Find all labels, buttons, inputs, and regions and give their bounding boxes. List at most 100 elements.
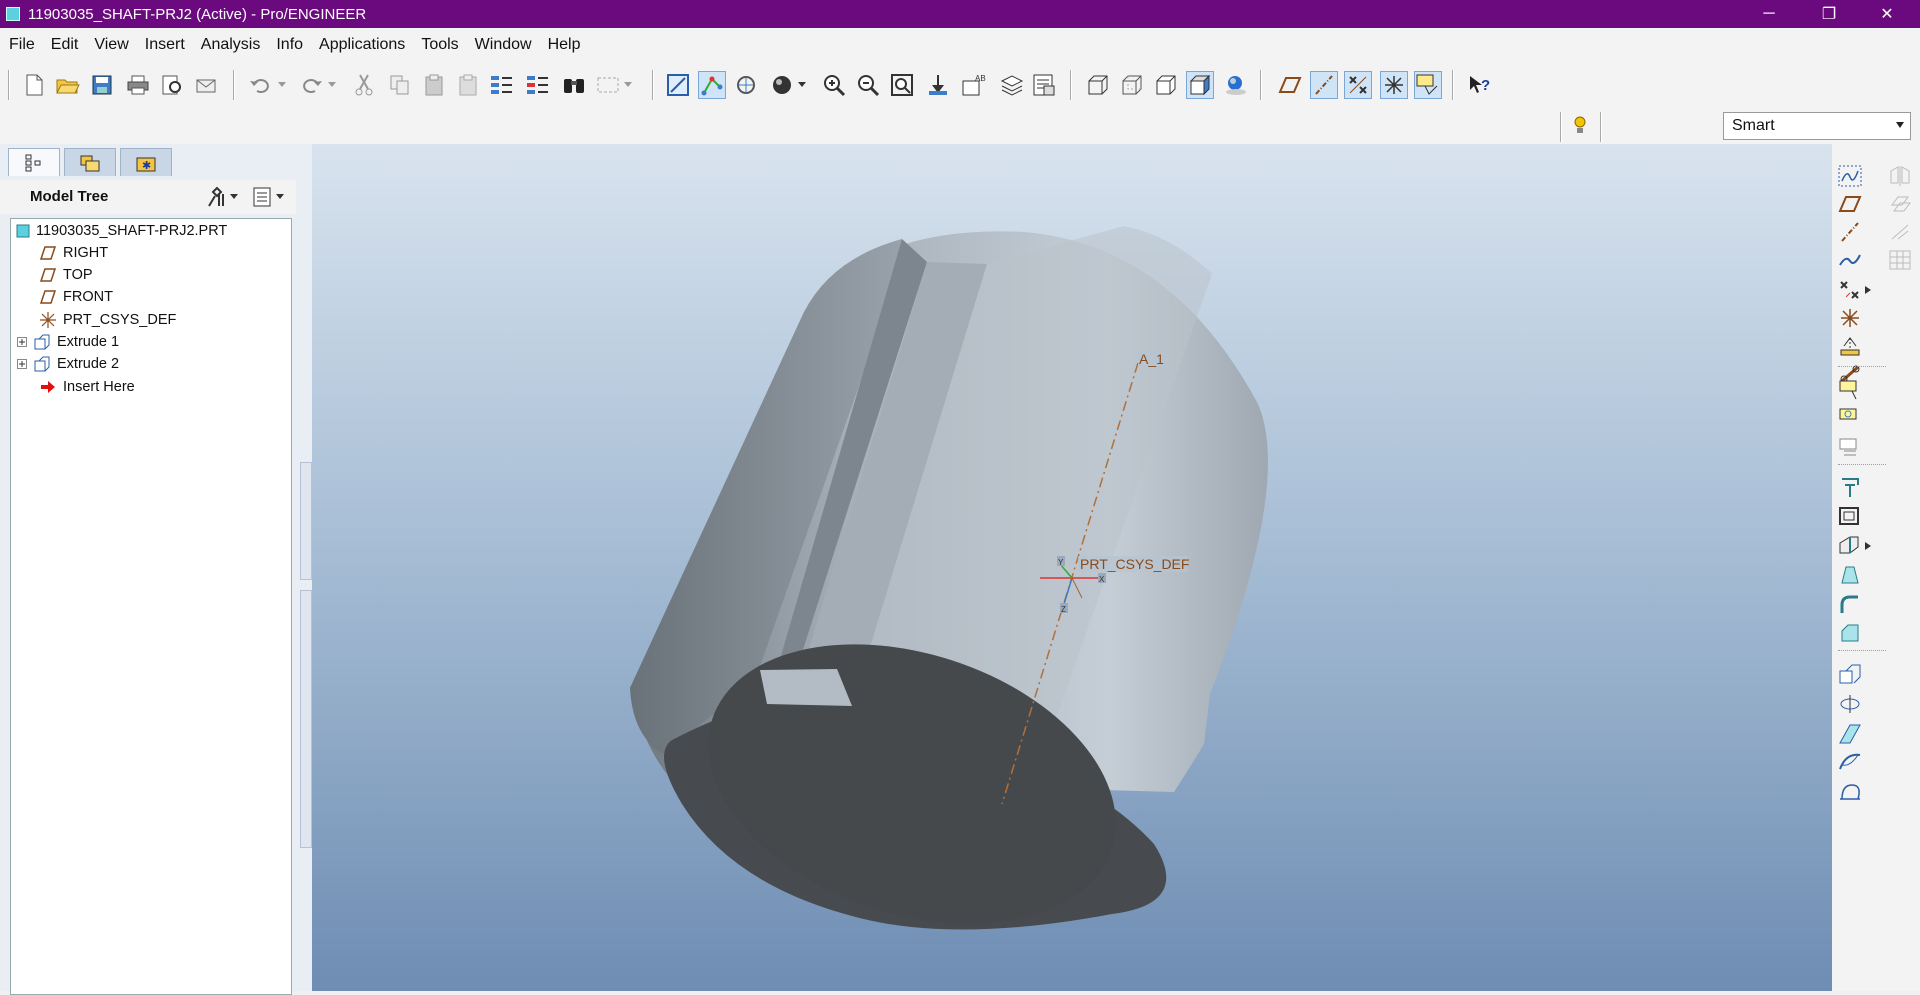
appearance-icon[interactable]	[768, 71, 796, 99]
sketch-tool-icon[interactable]	[1836, 162, 1864, 190]
save-icon[interactable]	[88, 71, 116, 99]
hole-tool-icon[interactable]	[1836, 474, 1864, 502]
bulb-icon[interactable]	[1566, 112, 1594, 140]
no-hidden-icon[interactable]	[1152, 71, 1180, 99]
menu-analysis[interactable]: Analysis	[193, 36, 269, 54]
tree-node-front[interactable]: FRONT	[39, 286, 113, 308]
find-icon[interactable]	[560, 71, 588, 99]
expand-icon[interactable]	[17, 337, 27, 347]
menu-info[interactable]: Info	[268, 36, 311, 54]
regenerate-icon[interactable]	[488, 71, 516, 99]
copy-feature-icon[interactable]	[1836, 660, 1864, 688]
point-tool-dropdown-icon[interactable]	[1862, 276, 1874, 304]
tab-favorites[interactable]: ✱	[120, 148, 172, 176]
paste-icon[interactable]	[420, 71, 448, 99]
boundary-tool-icon[interactable]	[1836, 748, 1864, 776]
menu-window[interactable]: Window	[467, 36, 540, 54]
panel-splitter-upper[interactable]	[300, 462, 312, 580]
undo-dropdown-icon[interactable]	[276, 71, 288, 99]
mirror-tool-icon[interactable]	[1886, 162, 1914, 190]
curve-tool-icon[interactable]	[1836, 246, 1864, 274]
tree-settings-dropdown-icon[interactable]	[228, 183, 240, 211]
tree-node-extrude-1[interactable]: Extrude 1	[17, 331, 119, 353]
spin-center-icon[interactable]	[698, 71, 726, 99]
datum-planes-icon[interactable]	[1276, 71, 1304, 99]
layers-icon[interactable]	[998, 71, 1026, 99]
whats-this-icon[interactable]: ?	[1466, 71, 1494, 99]
orient-icon[interactable]	[732, 71, 760, 99]
repaint-icon[interactable]	[664, 71, 692, 99]
zoom-in-icon[interactable]	[820, 71, 848, 99]
draft-tool-icon[interactable]	[1836, 560, 1864, 588]
tree-node-right[interactable]: RIGHT	[39, 242, 108, 264]
menu-edit[interactable]: Edit	[43, 36, 87, 54]
round-tool-icon[interactable]	[1836, 590, 1864, 618]
select-dropdown-icon[interactable]	[622, 71, 634, 99]
saved-views-icon[interactable]: AB	[960, 71, 988, 99]
show-menu-dropdown-icon[interactable]	[274, 183, 286, 211]
expand-icon[interactable]	[17, 359, 27, 369]
shading-icon[interactable]	[1186, 71, 1214, 99]
revolve-surface-icon[interactable]	[1836, 690, 1864, 718]
plane-tool-icon[interactable]	[1836, 190, 1864, 218]
sweep-tool-icon[interactable]	[1836, 434, 1864, 462]
tree-node-top[interactable]: TOP	[39, 264, 93, 286]
graphics-viewport[interactable]: A_1 Y X Z PRT_CSYS_DEF	[312, 144, 1832, 991]
tree-settings-icon[interactable]	[202, 183, 230, 211]
paste-special-icon[interactable]	[454, 71, 482, 99]
menu-tools[interactable]: Tools	[413, 36, 466, 54]
reorient-icon[interactable]	[924, 71, 952, 99]
rib-tool-icon[interactable]	[1836, 532, 1864, 560]
panel-splitter-lower[interactable]	[300, 590, 312, 848]
datum-points-icon[interactable]	[1344, 71, 1372, 99]
datum-axes-icon[interactable]	[1310, 71, 1338, 99]
rib-tool-dropdown-icon[interactable]	[1862, 532, 1874, 560]
trim-tool-icon[interactable]	[1886, 218, 1914, 246]
pattern-tool-icon[interactable]	[1886, 246, 1914, 274]
print-icon[interactable]	[124, 71, 152, 99]
cut-icon[interactable]	[350, 71, 378, 99]
point-tool-icon[interactable]	[1836, 276, 1864, 304]
menu-applications[interactable]: Applications	[311, 36, 413, 54]
new-file-icon[interactable]	[20, 71, 48, 99]
tree-node-extrude-2[interactable]: Extrude 2	[17, 353, 119, 375]
redo-icon[interactable]	[298, 71, 326, 99]
chamfer-tool-icon[interactable]	[1836, 618, 1864, 646]
menu-view[interactable]: View	[86, 36, 136, 54]
axis-tool-icon[interactable]	[1836, 218, 1864, 246]
wireframe-icon[interactable]	[1084, 71, 1112, 99]
tree-node-part[interactable]: 11903035_SHAFT-PRJ2.PRT	[15, 220, 227, 242]
tab-model-tree[interactable]	[8, 148, 60, 176]
zoom-out-icon[interactable]	[854, 71, 882, 99]
menu-file[interactable]: File	[1, 36, 43, 54]
tree-node-insert-here[interactable]: Insert Here	[39, 376, 135, 398]
enhanced-realism-icon[interactable]	[1222, 71, 1250, 99]
menu-help[interactable]: Help	[540, 36, 589, 54]
minimize-button[interactable]: ─	[1740, 0, 1798, 28]
extrude-tool-icon[interactable]	[1836, 376, 1864, 404]
regenerate-manager-icon[interactable]	[524, 71, 552, 99]
open-file-icon[interactable]	[54, 71, 82, 99]
copy-icon[interactable]	[386, 71, 414, 99]
appearance-dropdown-icon[interactable]	[796, 71, 808, 99]
blend-tool-icon[interactable]	[1836, 720, 1864, 748]
hidden-line-icon[interactable]	[1118, 71, 1146, 99]
csys-tool-icon[interactable]	[1836, 304, 1864, 332]
email-icon[interactable]	[192, 71, 220, 99]
revolve-tool-icon[interactable]	[1836, 404, 1864, 432]
tree-node-csys[interactable]: PRT_CSYS_DEF	[39, 309, 176, 331]
close-button[interactable]: ✕	[1858, 0, 1916, 28]
view-manager-icon[interactable]	[1030, 71, 1058, 99]
annotations-icon[interactable]	[1414, 71, 1442, 99]
redo-dropdown-icon[interactable]	[326, 71, 338, 99]
shell-tool-icon[interactable]	[1836, 502, 1864, 530]
select-box-icon[interactable]	[594, 71, 622, 99]
print-preview-icon[interactable]	[158, 71, 186, 99]
analysis-tool-icon[interactable]	[1836, 332, 1864, 360]
style-tool-icon[interactable]	[1836, 778, 1864, 806]
model-view[interactable]: A_1 Y X Z PRT_CSYS_DEF	[312, 144, 1832, 991]
menu-insert[interactable]: Insert	[137, 36, 193, 54]
selection-filter-select[interactable]: Smart	[1723, 112, 1911, 140]
merge-tool-icon[interactable]	[1886, 190, 1914, 218]
undo-icon[interactable]	[246, 71, 274, 99]
